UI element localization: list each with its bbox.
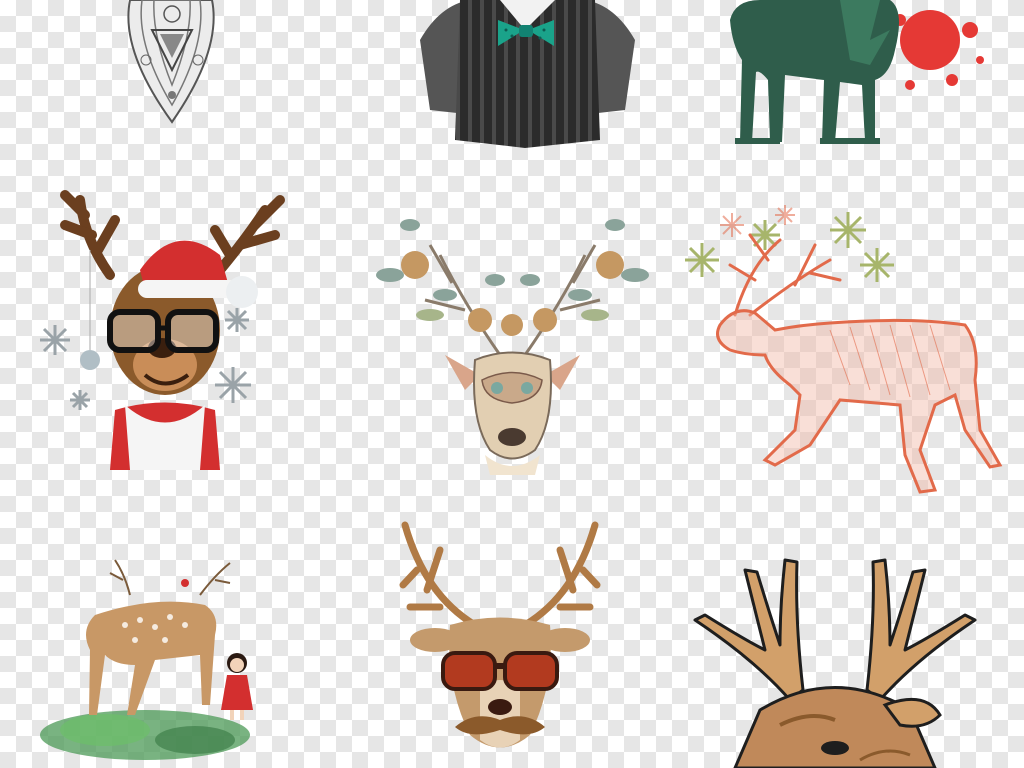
ornate-feather-pendant-illustration [110,0,230,130]
green-deer-with-red-splash-illustration [730,0,990,150]
santa-hat-cartoon-reindeer-illustration [30,180,290,480]
watercolor-fawn-with-children-illustration [35,555,255,765]
deer-with-sunglasses-mustache-illustration [395,515,605,768]
sketched-red-reindeer-snowflakes-illustration [680,205,1015,495]
floral-antler-deer-head-illustration [370,205,655,480]
striped-vest-with-bowtie-illustration [420,0,635,150]
realistic-buck-antlers-illustration [685,550,985,768]
